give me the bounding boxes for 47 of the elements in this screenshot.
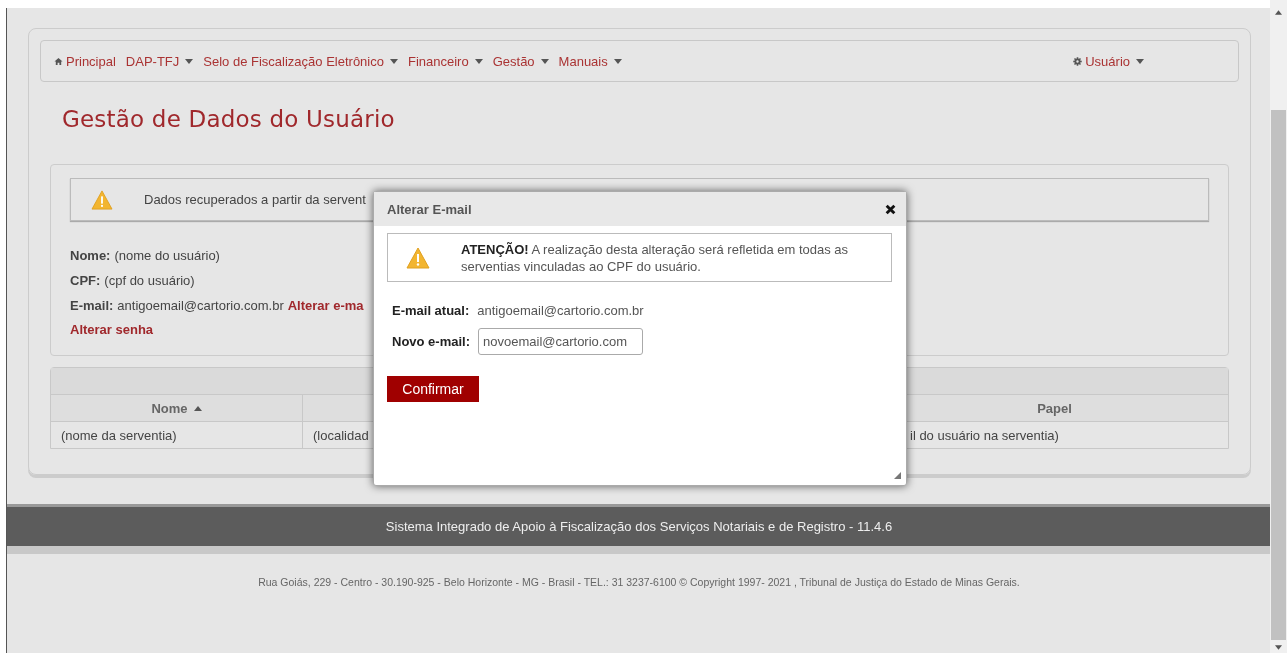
field-label: E-mail: — [70, 298, 114, 313]
confirm-button[interactable]: Confirmar — [387, 376, 479, 402]
scrollbar[interactable] — [1270, 0, 1287, 653]
user-menu[interactable]: Usuário — [1073, 53, 1144, 69]
warning-icon — [406, 246, 430, 269]
nav-menu-item[interactable]: Gestão — [492, 53, 549, 69]
field-label: E-mail atual: — [392, 303, 470, 318]
gear-icon — [1073, 56, 1083, 66]
home-icon — [54, 56, 63, 66]
caret-icon — [389, 58, 398, 64]
column-header[interactable]: Nome — [151, 400, 188, 416]
email-input[interactable]: novoemail@cartorio.com — [478, 328, 643, 355]
close-icon[interactable] — [885, 203, 896, 215]
field-value: (cpf do usuário) — [104, 273, 195, 288]
nav-menu-item[interactable]: Selo de Fiscalização Eletrônico — [203, 53, 398, 69]
table-cell: il do usuário na serventia) — [910, 427, 1059, 443]
field-label: Novo e-mail: — [392, 334, 470, 349]
resize-grip-icon[interactable] — [894, 472, 901, 479]
system-name: Sistema Integrado de Apoio à Fiscalização dos Serviços Notariais e de Registro - 11.4.6 — [385, 519, 893, 534]
change-email-link[interactable]: Alterar e-ma — [287, 298, 364, 313]
table-cell: (nome da serventia) — [61, 427, 177, 443]
dialog-title: Alterar E-mail — [387, 201, 472, 217]
nav-menu-item[interactable]: Manuais — [558, 53, 622, 69]
caret-icon — [540, 58, 549, 64]
footer-address: Rua Goiás, 229 - Centro - 30.190-925 - Belo Horizonte - MG - Brasil - TEL.: 31 3237-6100 © Copyright 1997- 2021 , Tribunal de Justiça do Estado de Minas Gerais. — [257, 576, 1021, 588]
field-value: antigoemail@cartorio.com.br — [117, 298, 284, 313]
sort-ascending-icon — [193, 405, 202, 411]
caret-icon — [185, 58, 194, 64]
scroll-down-icon[interactable] — [1275, 645, 1282, 650]
column-header[interactable]: Papel — [1037, 400, 1072, 416]
field-label: CPF: — [70, 273, 101, 288]
field-value: (nome do usuário) — [114, 248, 220, 263]
nav-menu-item[interactable]: DAP-TFJ — [125, 53, 194, 69]
nav-menu-item[interactable]: Financeiro — [407, 53, 483, 69]
warning-text: ATENÇÃO! A realização desta alteração será refletida em todas as serventias vinculadas ao CPF do usuário. — [461, 240, 850, 275]
warning-icon — [91, 189, 113, 210]
caret-icon — [1136, 58, 1144, 64]
page-title: Gestão de Dados do Usuário — [62, 106, 396, 134]
table-cell: (localidad — [313, 427, 369, 443]
nav-menu-item[interactable]: Principal — [54, 53, 116, 69]
current-email: antigoemail@cartorio.com.br — [477, 303, 644, 318]
caret-icon — [474, 58, 483, 64]
scroll-up-icon[interactable] — [1275, 10, 1282, 15]
change-password-link[interactable]: Alterar senha — [70, 322, 154, 337]
notice-text: Dados recuperados a partir da servent — [144, 192, 366, 207]
field-label: Nome: — [70, 248, 111, 263]
caret-icon — [613, 58, 622, 64]
